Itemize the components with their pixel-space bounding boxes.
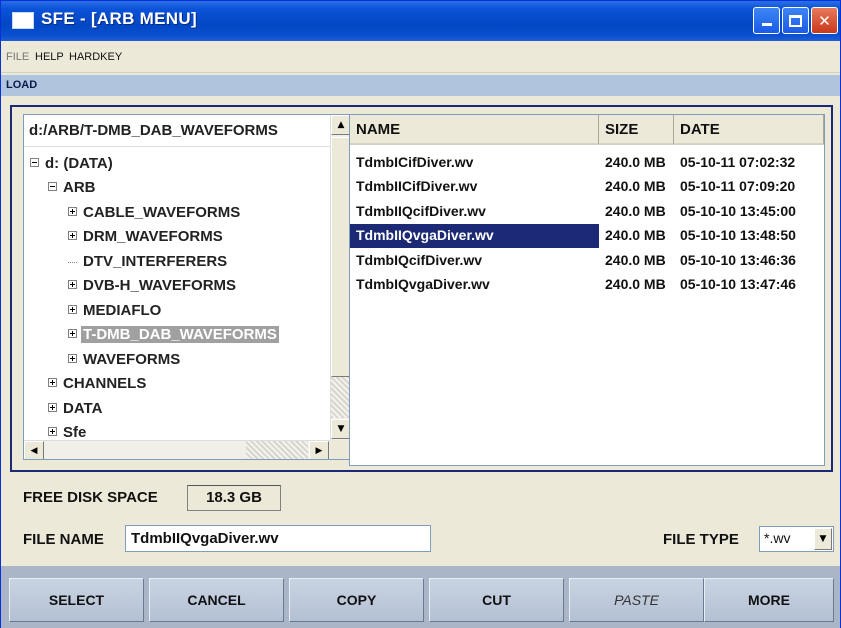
menu-help[interactable]: HELP bbox=[35, 51, 64, 63]
paste-button[interactable]: PASTE bbox=[569, 578, 704, 622]
tree-item-t-dmb-dab-waveforms[interactable]: T-DMB_DAB_WAVEFORMS bbox=[68, 324, 279, 348]
file-size: 240.0 MB bbox=[605, 252, 666, 268]
file-row-selected[interactable]: TdmbIIQvgaDiver.wv 240.0 MB 05-10-10 13:… bbox=[350, 224, 826, 248]
file-size: 240.0 MB bbox=[605, 154, 666, 170]
tree-vertical-scrollbar[interactable]: ▲ ▼ bbox=[330, 115, 350, 440]
file-size: 240.0 MB bbox=[605, 227, 666, 243]
file-type-label: FILE TYPE bbox=[663, 531, 739, 548]
column-header-size[interactable]: SIZE bbox=[599, 115, 674, 145]
file-name: TdmbIIQvgaDiver.wv bbox=[350, 224, 599, 248]
tree-item-cable-waveforms[interactable]: CABLE_WAVEFORMS bbox=[68, 202, 242, 226]
file-date: 05-10-11 07:02:32 bbox=[680, 154, 796, 170]
tree-item-dvb-h-waveforms[interactable]: DVB-H_WAVEFORMS bbox=[68, 275, 238, 299]
file-browser: d:/ARB/T-DMB_DAB_WAVEFORMS d: (DATA) ARB… bbox=[10, 105, 833, 472]
chevron-down-icon: ▼ bbox=[819, 534, 827, 544]
scroll-up-button[interactable]: ▲ bbox=[331, 115, 350, 135]
collapse-icon[interactable] bbox=[30, 158, 39, 168]
free-disk-space-value: 18.3 GB bbox=[187, 485, 281, 511]
file-row[interactable]: TdmbIQvgaDiver.wv 240.0 MB 05-10-10 13:4… bbox=[350, 273, 826, 297]
tree-item-drm-waveforms[interactable]: DRM_WAVEFORMS bbox=[68, 226, 225, 250]
tree-item-arb[interactable]: ARB bbox=[48, 177, 98, 201]
tree-item-channels[interactable]: CHANNELS bbox=[48, 373, 148, 397]
column-header-date[interactable]: DATE bbox=[674, 115, 824, 145]
scroll-left-button[interactable]: ◀ bbox=[24, 441, 44, 459]
file-type-select[interactable]: *.wv ▼ bbox=[759, 526, 834, 552]
scroll-thumb[interactable] bbox=[331, 137, 350, 377]
file-type-value: *.wv bbox=[764, 530, 791, 546]
expand-icon[interactable] bbox=[68, 207, 77, 217]
cut-button[interactable]: CUT bbox=[429, 578, 564, 622]
file-size: 240.0 MB bbox=[605, 178, 666, 194]
file-name: TdmbIICifDiver.wv bbox=[356, 178, 478, 194]
file-name: TdmbIQcifDiver.wv bbox=[356, 252, 483, 268]
arrow-right-icon: ▶ bbox=[315, 446, 323, 456]
app-icon bbox=[12, 12, 34, 29]
expand-icon[interactable] bbox=[68, 354, 77, 364]
expand-icon[interactable] bbox=[68, 231, 77, 241]
expand-icon[interactable] bbox=[48, 378, 57, 388]
tree-item-waveforms[interactable]: WAVEFORMS bbox=[68, 349, 182, 373]
scroll-right-button[interactable]: ▶ bbox=[309, 441, 329, 459]
dropdown-button[interactable]: ▼ bbox=[814, 528, 832, 550]
file-date: 05-10-10 13:46:36 bbox=[680, 252, 796, 268]
file-name: TdmbIIQcifDiver.wv bbox=[356, 203, 486, 219]
close-icon: ✕ bbox=[818, 11, 831, 30]
action-bar: SELECT CANCEL COPY CUT PASTE MORE bbox=[1, 566, 840, 628]
tree-item-dtv-interferers[interactable]: DTV_INTERFERERS bbox=[64, 251, 229, 275]
select-button[interactable]: SELECT bbox=[9, 578, 144, 622]
arrow-down-icon: ▼ bbox=[337, 424, 345, 434]
title-bar[interactable]: SFE - [ARB MENU] ✕ bbox=[1, 1, 840, 41]
menu-bar: FILE HELP HARDKEY bbox=[1, 41, 840, 73]
collapse-icon[interactable] bbox=[48, 182, 57, 192]
file-size: 240.0 MB bbox=[605, 276, 666, 292]
expand-icon[interactable] bbox=[68, 280, 77, 290]
file-list[interactable]: NAME SIZE DATE TdmbICifDiver.wv 240.0 MB… bbox=[349, 114, 825, 466]
maximize-icon bbox=[789, 14, 802, 27]
file-row[interactable]: TdmbIIQcifDiver.wv 240.0 MB 05-10-10 13:… bbox=[350, 200, 826, 224]
maximize-button[interactable] bbox=[782, 7, 809, 34]
more-button[interactable]: MORE bbox=[704, 578, 834, 622]
file-size: 240.0 MB bbox=[605, 203, 666, 219]
menu-file[interactable]: FILE bbox=[6, 51, 29, 63]
cancel-button[interactable]: CANCEL bbox=[149, 578, 284, 622]
tree-item-mediaflo[interactable]: MEDIAFLO bbox=[68, 300, 163, 324]
file-date: 05-10-11 07:09:20 bbox=[680, 178, 796, 194]
file-row[interactable]: TdmbIQcifDiver.wv 240.0 MB 05-10-10 13:4… bbox=[350, 249, 826, 273]
file-date: 05-10-10 13:45:00 bbox=[680, 203, 796, 219]
tree-connector bbox=[68, 261, 77, 263]
file-row[interactable]: TdmbICifDiver.wv 240.0 MB 05-10-11 07:02… bbox=[350, 151, 826, 175]
app-window: SFE - [ARB MENU] ✕ FILE HELP HARDKEY LOA… bbox=[0, 0, 841, 628]
minimize-button[interactable] bbox=[753, 7, 780, 34]
arrow-up-icon: ▲ bbox=[337, 120, 345, 130]
column-header-name[interactable]: NAME bbox=[350, 115, 599, 145]
file-date: 05-10-10 13:47:46 bbox=[680, 276, 796, 292]
tree-item-d-drive[interactable]: d: (DATA) bbox=[30, 153, 115, 177]
copy-button[interactable]: COPY bbox=[289, 578, 424, 622]
scroll-down-button[interactable]: ▼ bbox=[331, 419, 350, 439]
file-row[interactable]: TdmbIICifDiver.wv 240.0 MB 05-10-11 07:0… bbox=[350, 175, 826, 199]
scroll-track[interactable] bbox=[331, 377, 350, 418]
expand-icon[interactable] bbox=[48, 427, 57, 437]
horizontal-scroll-track[interactable] bbox=[246, 441, 308, 459]
directory-tree[interactable]: d:/ARB/T-DMB_DAB_WAVEFORMS d: (DATA) ARB… bbox=[23, 114, 351, 460]
close-button[interactable]: ✕ bbox=[811, 7, 838, 34]
window-title: SFE - [ARB MENU] bbox=[41, 9, 197, 28]
arrow-left-icon: ◀ bbox=[30, 446, 38, 456]
file-date: 05-10-10 13:48:50 bbox=[680, 227, 796, 243]
menu-hardkey[interactable]: HARDKEY bbox=[69, 51, 122, 63]
file-name: TdmbIQvgaDiver.wv bbox=[356, 276, 490, 292]
minimize-icon bbox=[761, 23, 772, 26]
section-label: LOAD bbox=[1, 75, 840, 96]
expand-icon[interactable] bbox=[68, 305, 77, 315]
tree-item-data[interactable]: DATA bbox=[48, 398, 104, 422]
free-disk-space-label: FREE DISK SPACE bbox=[23, 489, 158, 506]
scroll-corner bbox=[330, 440, 350, 459]
file-name: TdmbICifDiver.wv bbox=[356, 154, 474, 170]
current-path: d:/ARB/T-DMB_DAB_WAVEFORMS bbox=[24, 115, 330, 147]
file-name-label: FILE NAME bbox=[23, 531, 104, 548]
tree-horizontal-scrollbar[interactable]: ◀ ▶ bbox=[24, 440, 330, 459]
expand-icon[interactable] bbox=[68, 329, 77, 339]
file-name-input[interactable] bbox=[125, 525, 431, 552]
expand-icon[interactable] bbox=[48, 403, 57, 413]
